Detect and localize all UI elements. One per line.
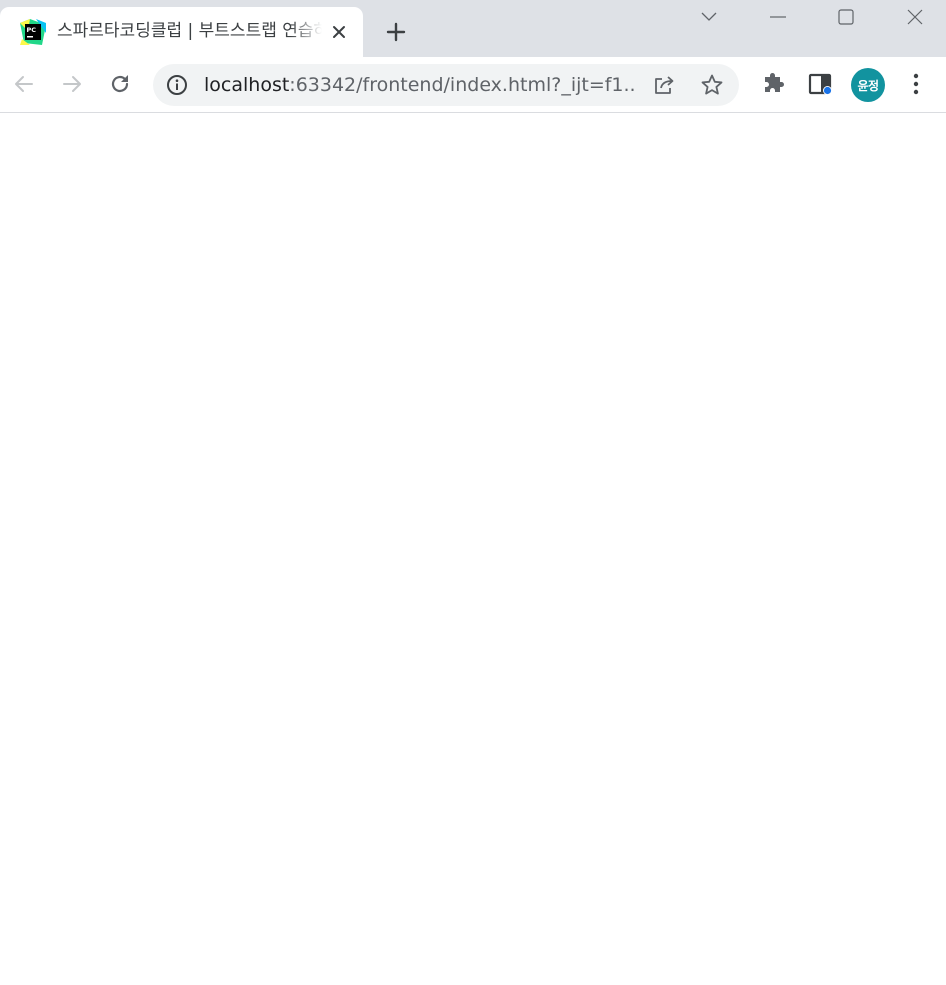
puzzle-icon — [765, 73, 784, 92]
tab-strip: PC 스파르타코딩클럽 | 부트스트랩 연습하기 — [0, 0, 946, 57]
page-content — [0, 113, 946, 985]
site-info-icon[interactable] — [165, 73, 189, 97]
close-icon — [907, 9, 923, 25]
url-text[interactable]: localhost:63342/frontend/index.html?_ijt… — [204, 74, 634, 96]
new-tab-button[interactable] — [380, 16, 412, 48]
svg-text:PC: PC — [27, 26, 37, 34]
browser-toolbar: localhost:63342/frontend/index.html?_ijt… — [0, 57, 946, 113]
address-bar[interactable]: localhost:63342/frontend/index.html?_ijt… — [153, 64, 739, 106]
arrow-left-icon — [15, 76, 33, 92]
plus-icon — [386, 22, 406, 42]
tab-close-icon[interactable] — [327, 20, 351, 44]
reload-icon — [111, 75, 129, 93]
tab-search-button[interactable] — [686, 0, 732, 34]
pycharm-icon: PC — [20, 19, 46, 45]
side-panel-icon — [808, 73, 832, 95]
chevron-down-icon — [701, 12, 717, 21]
arrow-right-icon — [63, 76, 81, 92]
menu-button[interactable] — [898, 66, 934, 102]
minimize-icon — [770, 16, 786, 18]
url-path: :63342/frontend/index.html?_ijt=f1... — [289, 74, 634, 96]
minimize-button[interactable] — [755, 0, 801, 34]
bookmark-star-icon[interactable] — [700, 73, 724, 97]
more-vert-icon — [913, 73, 919, 95]
close-window-button[interactable] — [892, 0, 938, 34]
forward-button[interactable] — [54, 66, 90, 102]
back-button[interactable] — [6, 66, 42, 102]
browser-tab-active[interactable]: PC 스파르타코딩클럽 | 부트스트랩 연습하기 — [0, 7, 363, 57]
tab-title: 스파르타코딩클럽 | 부트스트랩 연습하기 — [57, 21, 322, 41]
side-panel-button[interactable] — [802, 66, 838, 102]
share-icon[interactable] — [652, 73, 676, 97]
url-host: localhost — [204, 74, 290, 96]
profile-avatar[interactable]: 윤정 — [851, 68, 885, 102]
maximize-button[interactable] — [823, 0, 869, 34]
reload-button[interactable] — [102, 66, 138, 102]
browser-window: PC 스파르타코딩클럽 | 부트스트랩 연습하기 localhost:63342… — [0, 0, 946, 985]
extensions-button[interactable] — [755, 66, 791, 102]
maximize-icon — [838, 9, 854, 25]
